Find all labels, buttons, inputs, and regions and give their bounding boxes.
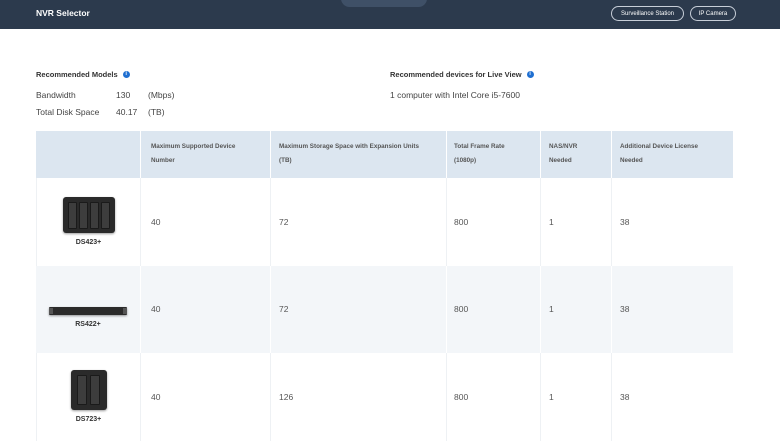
bandwidth-value: 130 bbox=[116, 90, 131, 100]
frame-rate-cell: 800 bbox=[446, 265, 540, 353]
model-cell: RS422+ bbox=[36, 266, 140, 354]
model-name: DS423+ bbox=[75, 239, 102, 247]
max-devices-cell: 40 bbox=[140, 178, 270, 266]
nas-needed-cell: 1 bbox=[540, 178, 611, 266]
header-model bbox=[36, 131, 140, 178]
table-row: DS423+ 40 72 800 1 38 bbox=[36, 178, 733, 266]
surveillance-station-button[interactable]: Surveillance Station bbox=[611, 6, 684, 21]
live-view-title: Recommended devices for Live View bbox=[390, 70, 522, 79]
table-row: DS723+ 40 126 800 1 38 bbox=[36, 353, 733, 441]
rackstation-icon bbox=[49, 306, 127, 315]
header-frame-rate: Total Frame Rate (1080p) bbox=[446, 131, 540, 178]
max-storage-cell: 126 bbox=[270, 353, 446, 441]
info-icon[interactable]: i bbox=[122, 71, 130, 78]
max-devices-cell: 40 bbox=[140, 265, 270, 353]
header-nas-needed: NAS/NVR Needed bbox=[540, 131, 611, 178]
table-row: RS422+ 40 72 800 1 38 bbox=[36, 265, 733, 354]
disk-space-label: Total Disk Space bbox=[36, 107, 100, 117]
live-view-heading: Recommended devices for Live View i bbox=[390, 70, 534, 79]
center-tab[interactable] bbox=[341, 0, 427, 7]
results-table: Maximum Supported Device Number Maximum … bbox=[36, 131, 733, 441]
frame-rate-cell: 800 bbox=[446, 178, 540, 266]
app-title: NVR Selector bbox=[36, 8, 90, 18]
licenses-cell: 38 bbox=[611, 178, 733, 266]
table-header: Maximum Supported Device Number Maximum … bbox=[36, 131, 733, 178]
header-max-storage: Maximum Storage Space with Expansion Uni… bbox=[270, 131, 446, 178]
header-licenses: Additional Device License Needed bbox=[611, 131, 733, 178]
max-storage-cell: 72 bbox=[270, 265, 446, 353]
recommended-models-heading: Recommended Models i bbox=[36, 70, 130, 79]
top-bar: NVR Selector Surveillance Station IP Cam… bbox=[0, 0, 780, 29]
model-cell: DS723+ bbox=[36, 353, 140, 441]
bandwidth-unit: (Mbps) bbox=[148, 90, 175, 100]
max-devices-cell: 40 bbox=[140, 353, 270, 441]
disk-space-unit: (TB) bbox=[148, 107, 165, 117]
frame-rate-cell: 800 bbox=[446, 353, 540, 441]
nas-needed-cell: 1 bbox=[540, 265, 611, 353]
nas-2-bay-icon bbox=[70, 370, 107, 411]
nas-needed-cell: 1 bbox=[540, 353, 611, 441]
max-storage-cell: 72 bbox=[270, 178, 446, 266]
model-name: DS723+ bbox=[75, 416, 102, 424]
recommended-models-title: Recommended Models bbox=[36, 70, 118, 79]
licenses-cell: 38 bbox=[611, 353, 733, 441]
model-cell: DS423+ bbox=[36, 178, 140, 266]
ip-camera-button[interactable]: IP Camera bbox=[690, 6, 736, 21]
model-name: RS422+ bbox=[75, 320, 101, 328]
live-view-value: 1 computer with Intel Core i5-7600 bbox=[390, 90, 520, 100]
disk-space-value: 40.17 bbox=[116, 107, 138, 117]
info-icon[interactable]: i bbox=[526, 71, 534, 78]
bandwidth-label: Bandwidth bbox=[36, 90, 76, 100]
nas-4-bay-icon bbox=[62, 197, 115, 234]
header-max-devices: Maximum Supported Device Number bbox=[140, 131, 270, 178]
licenses-cell: 38 bbox=[611, 265, 733, 353]
